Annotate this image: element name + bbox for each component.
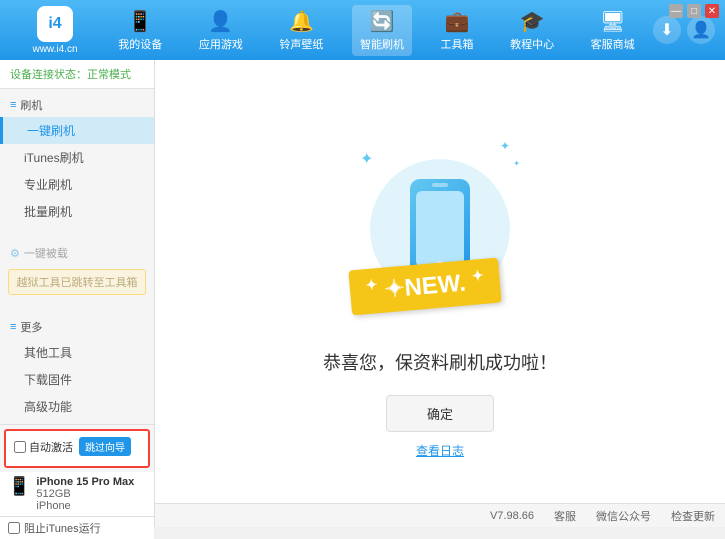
device-name: iPhone 15 Pro Max: [36, 476, 134, 488]
flash-group: ≡ 刷机 一键刷机 iTunes刷机 专业刷机 批量刷机: [0, 89, 154, 229]
sidebar-status: 设备连接状态：正常模式: [0, 60, 154, 89]
sparkle-tr-icon: ✦: [500, 139, 510, 153]
maximize-button[interactable]: □: [687, 4, 701, 18]
header-right: ⬇ 👤: [653, 16, 715, 44]
account-button[interactable]: 👤: [687, 16, 715, 44]
sidebar-itunes-flash[interactable]: iTunes刷机: [0, 144, 154, 171]
flash-section-header[interactable]: ≡ 刷机: [0, 93, 154, 117]
minimize-button[interactable]: —: [669, 4, 683, 18]
nav-tutorial[interactable]: 🎓 教程中心: [502, 5, 562, 56]
nav-service-label: 客服商城: [591, 36, 635, 52]
service-icon: 🖥: [600, 9, 625, 34]
toolbox-icon: 💼: [445, 9, 470, 34]
auto-activate-checkbox[interactable]: 自动激活: [14, 439, 73, 455]
close-button[interactable]: ✕: [705, 4, 719, 18]
success-title: 恭喜您，保资料刷机成功啦！: [323, 349, 557, 375]
nav-ringtone[interactable]: 🔔 铃声壁纸: [271, 5, 331, 56]
nav-service[interactable]: 🖥 客服商城: [583, 5, 643, 56]
check-update-link[interactable]: 检查更新: [671, 508, 715, 524]
phone-notch: [432, 183, 448, 187]
device-info: 📱 iPhone 15 Pro Max 512GB iPhone: [0, 472, 154, 516]
smart-flash-icon: 🔄: [370, 9, 395, 34]
tutorial-icon: 🎓: [520, 9, 545, 34]
nav-toolbox[interactable]: 💼 工具箱: [433, 5, 482, 56]
sparkle-tl-icon: ✦: [360, 149, 373, 169]
ringtone-icon: 🔔: [289, 9, 314, 34]
new-badge-text: ✦NEW.: [383, 269, 466, 303]
nav-apps-games[interactable]: 👤 应用游戏: [191, 5, 251, 56]
logo-icon: i4: [37, 6, 73, 42]
nav-my-device[interactable]: 📱 我的设备: [110, 5, 170, 56]
restore-group: ⚙ 一键被载 越狱工具已跳转至工具箱: [0, 237, 154, 303]
version-label: V7.98.66: [490, 510, 534, 522]
success-illustration: ✦ ✦ ✦ ✦NEW.: [340, 129, 540, 329]
sidebar-bottom: 自动激活 跳过向导 📱 iPhone 15 Pro Max 512GB iPho…: [0, 424, 154, 539]
phone-screen: [416, 191, 464, 267]
status-bar: V7.98.66 客服 微信公众号 检查更新: [155, 503, 725, 527]
nav-bar: 📱 我的设备 👤 应用游戏 🔔 铃声壁纸 🔄 智能刷机 💼 工具箱 🎓 教程中心…: [100, 5, 653, 56]
wechat-link[interactable]: 微信公众号: [596, 508, 651, 524]
nav-my-device-label: 我的设备: [118, 36, 162, 52]
customer-service-link[interactable]: 客服: [554, 508, 576, 524]
confirm-button[interactable]: 确定: [386, 395, 494, 432]
sidebar-batch-flash[interactable]: 批量刷机: [0, 198, 154, 225]
more-section-header[interactable]: ≡ 更多: [0, 315, 154, 339]
sidebar-other-tools[interactable]: 其他工具: [0, 339, 154, 366]
my-device-icon: 📱: [128, 9, 153, 34]
new-badge: ✦NEW.: [348, 257, 502, 315]
check-row: 自动激活 跳过向导: [14, 437, 140, 456]
logo-text: www.i4.cn: [32, 44, 77, 55]
itunes-checkbox[interactable]: [8, 522, 20, 534]
device-storage: 512GB: [36, 488, 134, 500]
apps-games-icon: 👤: [208, 9, 233, 34]
sidebar-pro-flash[interactable]: 专业刷机: [0, 171, 154, 198]
sidebar-advanced[interactable]: 高级功能: [0, 393, 154, 420]
sidebar-one-key-flash[interactable]: 一键刷机: [0, 117, 154, 144]
nav-apps-games-label: 应用游戏: [199, 36, 243, 52]
log-link[interactable]: 查看日志: [416, 442, 464, 459]
nav-ringtone-label: 铃声壁纸: [279, 36, 323, 52]
main-content: ✦ ✦ ✦ ✦NEW. 恭喜您，保资料刷机成功啦！ 确定 查看日志: [155, 60, 725, 527]
sparkle-sm-icon: ✦: [513, 159, 520, 168]
download-button[interactable]: ⬇: [653, 16, 681, 44]
nav-tutorial-label: 教程中心: [510, 36, 554, 52]
sidebar: 设备连接状态：正常模式 ≡ 刷机 一键刷机 iTunes刷机 专业刷机 批量刷机: [0, 60, 155, 527]
app-logo: i4 www.i4.cn: [10, 6, 100, 55]
auto-activate-input[interactable]: [14, 441, 26, 453]
more-group: ≡ 更多 其他工具 下载固件 高级功能: [0, 311, 154, 424]
guide-button[interactable]: 跳过向导: [79, 437, 131, 456]
restore-section-header: ⚙ 一键被载: [0, 241, 154, 265]
restore-section-icon: ⚙: [10, 247, 20, 260]
restore-warning: 越狱工具已跳转至工具箱: [8, 269, 146, 295]
device-phone-icon: 📱: [8, 476, 30, 497]
device-details: iPhone 15 Pro Max 512GB iPhone: [36, 476, 134, 512]
sidebar-download-firmware[interactable]: 下载固件: [0, 366, 154, 393]
device-check-area: 自动激活 跳过向导: [4, 429, 150, 468]
more-section-icon: ≡: [10, 321, 16, 333]
nav-smart-flash[interactable]: 🔄 智能刷机: [352, 5, 412, 56]
device-type: iPhone: [36, 500, 134, 512]
nav-smart-flash-label: 智能刷机: [360, 36, 404, 52]
itunes-bar: 阻止iTunes运行: [0, 516, 154, 539]
nav-toolbox-label: 工具箱: [441, 36, 474, 52]
flash-section-icon: ≡: [10, 99, 16, 111]
